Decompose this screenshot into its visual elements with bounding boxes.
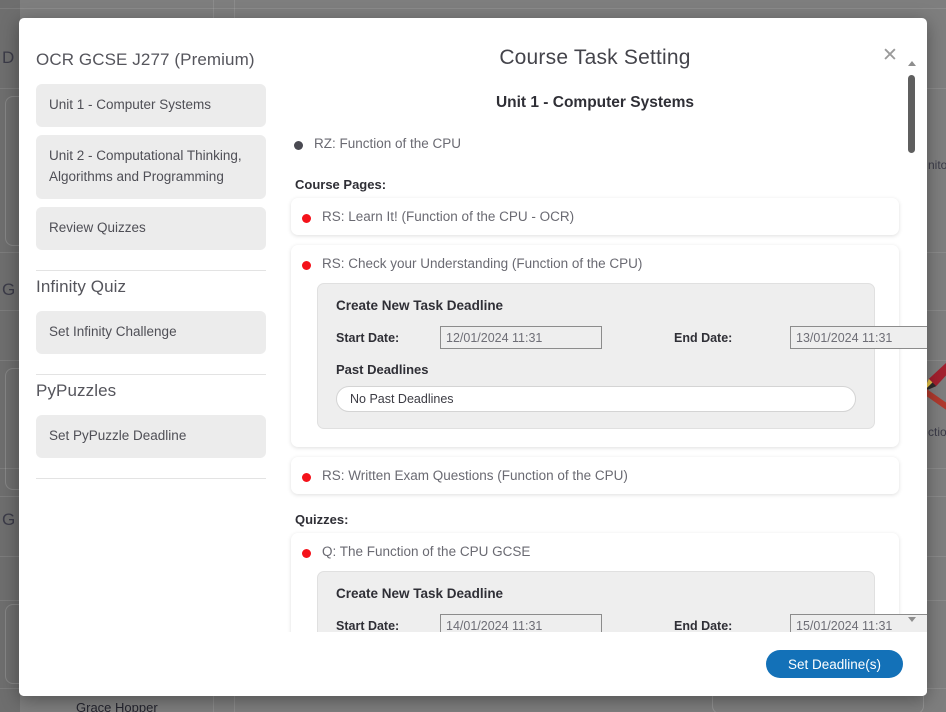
- form-title: Create New Task Deadline: [336, 586, 504, 601]
- topic-label: RZ: Function of the CPU: [314, 136, 462, 151]
- modal-body: OCR GCSE J277 (Premium) Unit 1 - Compute…: [19, 18, 927, 632]
- sidebar-item-unit-2[interactable]: Unit 2 - Computational Thinking, Algorit…: [36, 134, 266, 199]
- background-user-name: Grace Hopper: [76, 700, 158, 712]
- sidebar-divider: [36, 477, 266, 479]
- form-title: Create New Task Deadline: [336, 298, 504, 313]
- task-card[interactable]: Q: The Function of the CPU GCSE Create N…: [291, 533, 927, 633]
- task-row[interactable]: RS: Check your Understanding (Function o…: [299, 248, 887, 279]
- sidebar-group-course: OCR GCSE J277 (Premium) Unit 1 - Compute…: [19, 50, 281, 479]
- task-row[interactable]: Q: The Function of the CPU GCSE: [299, 536, 887, 567]
- section-label-course-pages: Course Pages:: [295, 177, 387, 192]
- scroll-up-arrow-icon[interactable]: [908, 61, 916, 66]
- start-date-label: Start Date:: [336, 618, 400, 633]
- sidebar-group-title: OCR GCSE J277 (Premium): [36, 50, 255, 69]
- sidebar-divider: [36, 373, 266, 375]
- date-row: Start Date: End Date:: [336, 326, 927, 349]
- task-label: Q: The Function of the CPU GCSE: [322, 544, 531, 559]
- status-bullet-icon: [302, 261, 311, 270]
- start-date-input[interactable]: [440, 326, 602, 349]
- sidebar-divider: [36, 269, 266, 271]
- modal-footer: Set Deadline(s): [19, 632, 927, 696]
- past-deadlines-label: Past Deadlines: [336, 362, 429, 377]
- scrollbar-thumb[interactable]: [908, 75, 915, 153]
- date-row: Start Date: End Date:: [336, 614, 927, 633]
- start-date-input[interactable]: [440, 614, 602, 632]
- sidebar-item-set-pypuzzle-deadline[interactable]: Set PyPuzzle Deadline: [36, 414, 266, 458]
- past-deadlines-input[interactable]: [336, 386, 856, 412]
- background-fragment: ction: [928, 425, 946, 439]
- task-card[interactable]: RS: Written Exam Questions (Function of …: [291, 457, 899, 494]
- background-divider: [0, 8, 946, 9]
- content-scrollbar[interactable]: [907, 61, 919, 622]
- task-card[interactable]: RS: Learn It! (Function of the CPU - OCR…: [291, 198, 899, 235]
- set-deadlines-button[interactable]: Set Deadline(s): [765, 650, 903, 678]
- page-subtitle: Unit 1 - Computer Systems: [495, 94, 695, 111]
- task-label: RS: Written Exam Questions (Function of …: [322, 468, 628, 483]
- background-letter: G: [2, 280, 16, 299]
- status-bullet-icon: [302, 473, 311, 482]
- background-letter: G: [2, 510, 16, 529]
- topic-row: RZ: Function of the CPU: [291, 128, 899, 159]
- sidebar-group-title: Infinity Quiz: [36, 276, 127, 296]
- task-label: RS: Check your Understanding (Function o…: [322, 256, 643, 271]
- sidebar-group-title: PyPuzzles: [36, 380, 117, 400]
- create-task-deadline-form: Create New Task Deadline Start Date: End…: [317, 571, 927, 633]
- task-label: RS: Learn It! (Function of the CPU - OCR…: [322, 209, 575, 224]
- section-label-quizzes: Quizzes:: [295, 512, 349, 527]
- task-row[interactable]: RS: Written Exam Questions (Function of …: [299, 460, 887, 491]
- content-scroll-area: Course Task Setting Unit 1 - Computer Sy…: [281, 18, 927, 632]
- sidebar-item-unit-1[interactable]: Unit 1 - Computer Systems: [36, 84, 266, 127]
- status-bullet-icon: [302, 214, 311, 223]
- start-date-label: Start Date:: [336, 330, 400, 345]
- end-date-label: End Date:: [674, 330, 733, 345]
- end-date-label: End Date:: [674, 618, 733, 633]
- task-row[interactable]: RS: Learn It! (Function of the CPU - OCR…: [299, 201, 887, 232]
- create-task-deadline-form: Create New Task Deadline Start Date: End…: [317, 283, 927, 429]
- content-panel: Course Task Setting Unit 1 - Computer Sy…: [281, 18, 927, 632]
- page-title: Course Task Setting: [499, 46, 691, 69]
- scroll-down-arrow-icon[interactable]: [908, 617, 916, 622]
- sidebar: OCR GCSE J277 (Premium) Unit 1 - Compute…: [19, 18, 281, 632]
- close-icon[interactable]: ✕: [879, 45, 901, 67]
- course-task-setting-modal: ✕ OCR GCSE J277 (Premium) Unit 1 - Compu…: [19, 18, 927, 696]
- background-letter: D: [2, 48, 15, 67]
- task-card[interactable]: RS: Check your Understanding (Function o…: [291, 245, 927, 447]
- sidebar-item-set-infinity-challenge[interactable]: Set Infinity Challenge: [36, 310, 266, 354]
- sidebar-item-review-quizzes[interactable]: Review Quizzes: [36, 206, 266, 250]
- bullet-icon: [294, 141, 303, 150]
- background-fragment: nitor: [928, 158, 946, 172]
- status-bullet-icon: [302, 549, 311, 558]
